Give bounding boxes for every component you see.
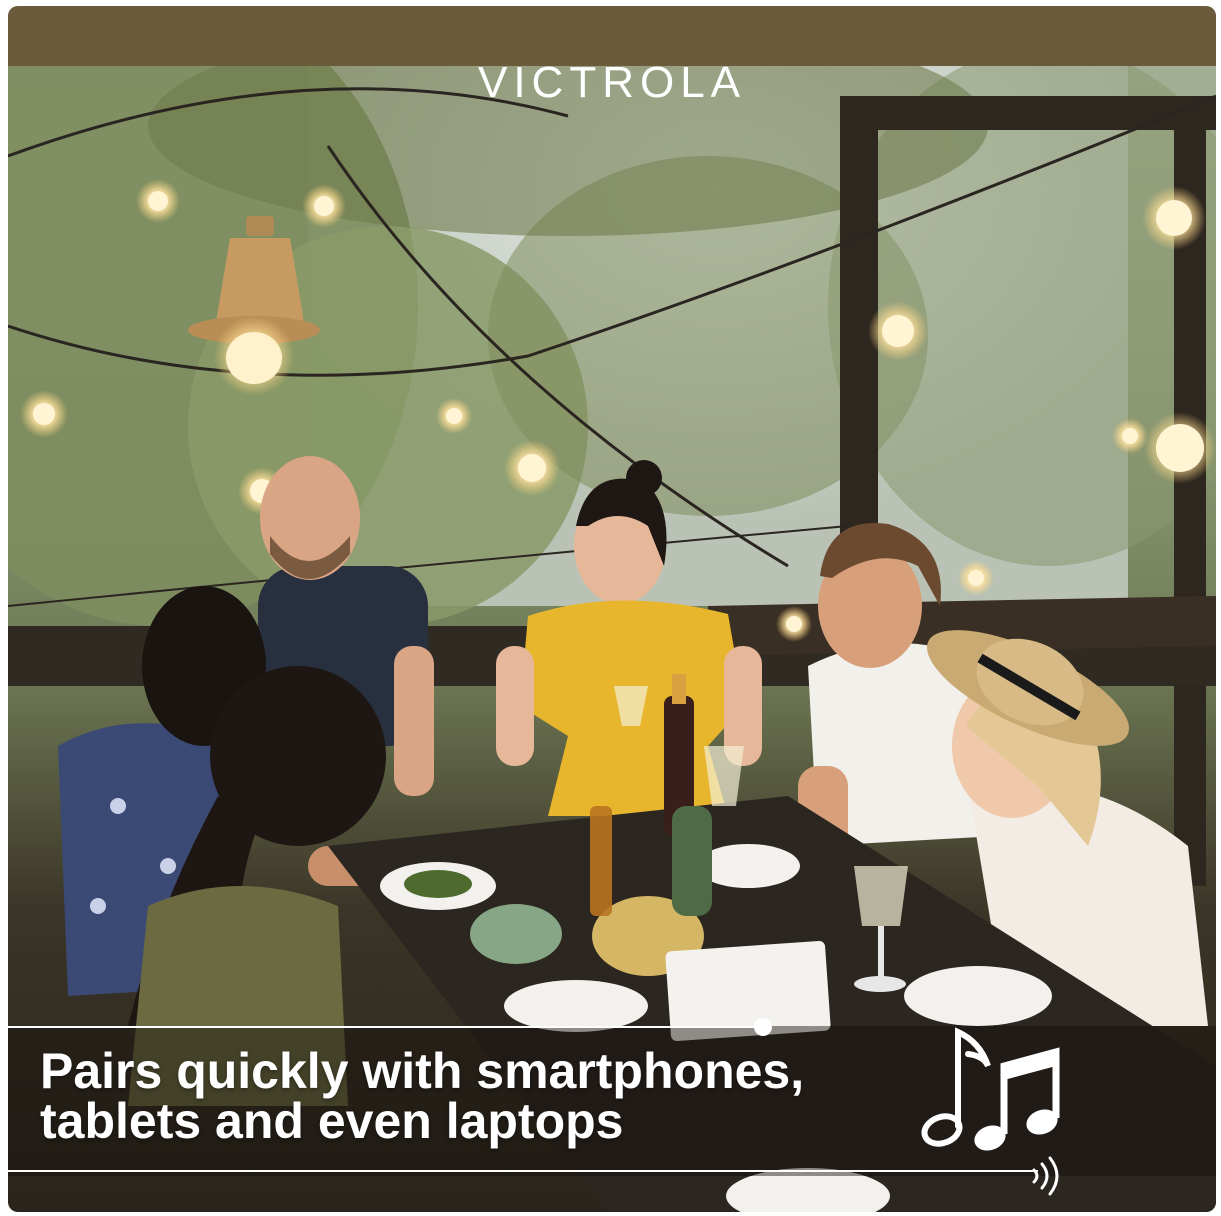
- caption-bottom-line: [8, 1170, 1038, 1172]
- caption-top-line: [8, 1026, 760, 1028]
- caption-headline: Pairs quickly with smartphones, tablets …: [40, 1046, 940, 1146]
- music-notes-icon: [921, 1027, 1060, 1151]
- caption-line-1: Pairs quickly with smartphones,: [40, 1043, 805, 1099]
- caption-line-2: tablets and even laptops: [40, 1093, 624, 1149]
- promo-image: VICTROLA Pairs quickly with smartphones,…: [8, 6, 1216, 1212]
- sound-waves-icon: [1032, 1156, 1059, 1196]
- brand-logo: VICTROLA: [477, 58, 747, 107]
- caption-line-dot: [754, 1018, 772, 1036]
